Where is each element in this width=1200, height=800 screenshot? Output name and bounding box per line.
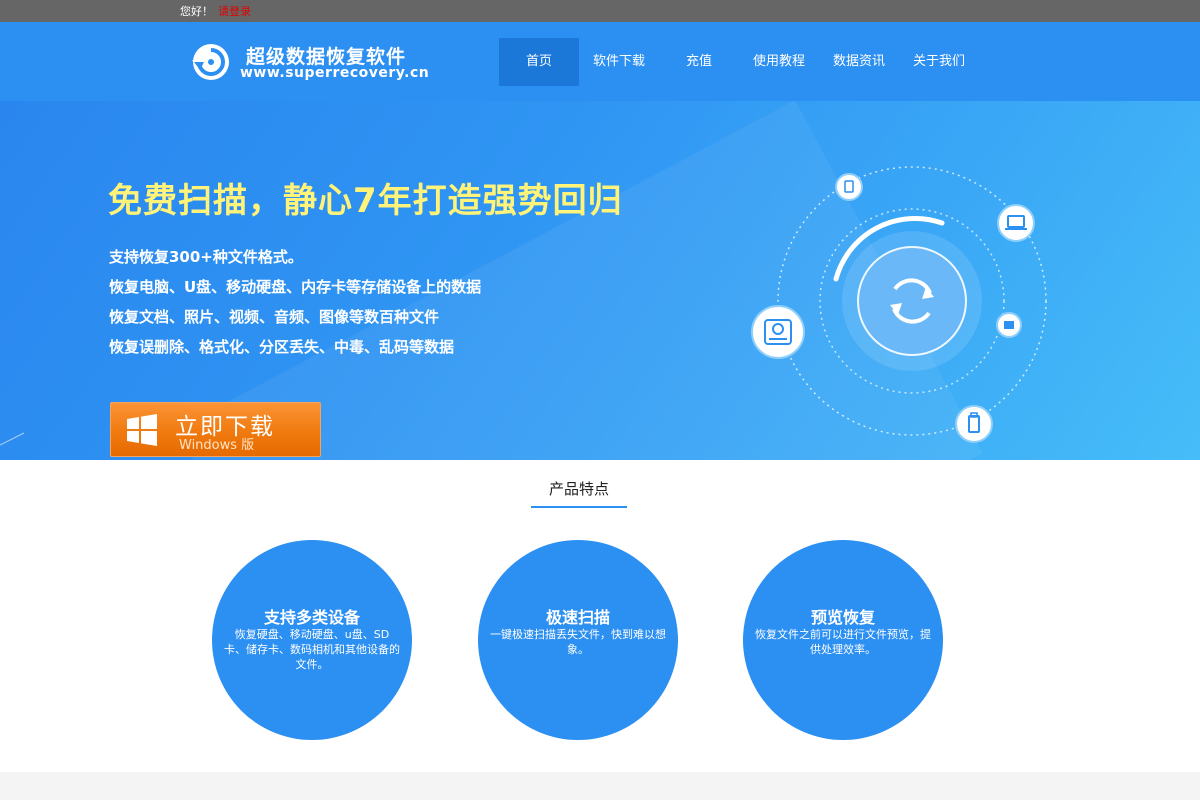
features-section-title: 产品特点 (548, 480, 609, 498)
hard-drive-icon (751, 305, 805, 359)
hero-line: 恢复误删除、格式化、分区丢失、中毒、乱码等数据 (109, 338, 455, 356)
folder-icon (996, 312, 1022, 338)
nav-item-download[interactable]: 软件下载 (579, 38, 659, 86)
nav-item-tutorial[interactable]: 使用教程 (739, 38, 819, 86)
logo-url: www.superrecovery.cn (240, 65, 430, 81)
recovery-logo-icon[interactable] (186, 40, 232, 84)
download-button[interactable]: 立即下载 Windows 版 (110, 402, 321, 457)
hero-line: 支持恢复300+种文件格式。 (109, 248, 303, 266)
feature-card-devices[interactable]: 支持多类设备 恢复硬盘、移动硬盘、u盘、SD卡、储存卡、数码相机和其他设备的文件… (212, 540, 412, 740)
site-header: 超级数据恢复软件 www.superrecovery.cn 首页 软件下载 充值… (0, 22, 1200, 101)
features-section: 产品特点 支持多类设备 恢复硬盘、移动硬盘、u盘、SD卡、储存卡、数码相机和其他… (0, 460, 1200, 772)
hero-banner: 免费扫描，静心7年打造强势回归 支持恢复300+种文件格式。 恢复电脑、U盘、移… (0, 101, 1200, 460)
greeting-text: 您好！ (180, 5, 213, 18)
decorative-streak (0, 432, 25, 446)
sd-card-icon (835, 173, 863, 201)
download-button-platform: Windows 版 (179, 438, 255, 453)
nav-item-about[interactable]: 关于我们 (899, 38, 979, 86)
feature-title: 支持多类设备 (263, 608, 360, 627)
section-title-underline (531, 506, 627, 508)
login-link[interactable]: 请登录 (218, 3, 251, 19)
feature-title: 极速扫描 (545, 608, 610, 627)
feature-card-preview[interactable]: 预览恢复 恢复文件之前可以进行文件预览，提供处理效率。 (743, 540, 943, 740)
feature-title: 预览恢复 (810, 608, 875, 627)
top-bar: 您好！ 请登录 (0, 0, 1200, 22)
hero-line: 恢复电脑、U盘、移动硬盘、内存卡等存储设备上的数据 (109, 278, 482, 296)
hero-line: 恢复文档、照片、视频、音频、图像等数百种文件 (109, 308, 440, 326)
usb-drive-icon (955, 405, 993, 443)
feature-description: 恢复硬盘、移动硬盘、u盘、SD卡、储存卡、数码相机和其他设备的文件。 (224, 628, 400, 671)
feature-card-scan[interactable]: 极速扫描 一键极速扫描丢失文件，快到难以想象。 (478, 540, 678, 740)
feature-description: 恢复文件之前可以进行文件预览，提供处理效率。 (755, 628, 931, 656)
feature-description: 一键极速扫描丢失文件，快到难以想象。 (490, 628, 666, 656)
hero-feature-list: 支持恢复300+种文件格式。 恢复电脑、U盘、移动硬盘、内存卡等存储设备上的数据… (109, 247, 481, 367)
nav-item-home[interactable]: 首页 (499, 38, 579, 86)
main-nav: 首页 软件下载 充值 使用教程 数据资讯 关于我们 (499, 38, 979, 86)
hero-title: 免费扫描，静心7年打造强势回归 (108, 181, 623, 221)
nav-item-recharge[interactable]: 充值 (659, 38, 739, 86)
nav-item-news[interactable]: 数据资讯 (819, 38, 899, 86)
laptop-icon (997, 204, 1035, 242)
windows-logo-icon (127, 414, 157, 446)
